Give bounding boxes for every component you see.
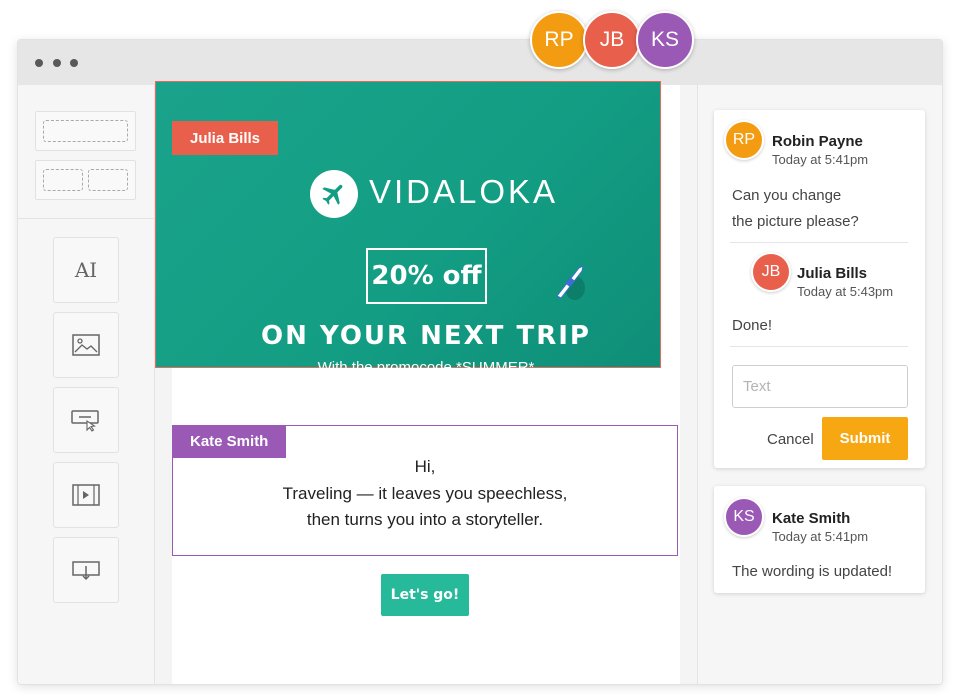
avatar-initials: RP [732,131,756,148]
comment-timestamp: Today at 5:41pm [772,529,869,544]
single-column-layout[interactable] [35,111,136,151]
title-bar [18,40,942,85]
video-icon [72,484,100,506]
comment-text: The wording is updated! [732,563,893,580]
boat-icon [556,265,585,300]
window-dot [35,59,43,67]
image-tool[interactable] [53,312,119,378]
button-tool[interactable] [53,387,119,453]
comment-divider [730,346,908,347]
text-line: Hi, [414,457,436,476]
comment-text: the picture please? [732,213,859,230]
avatar-initials: JB [761,263,781,280]
avatar-initials: KS [650,28,679,51]
avatar[interactable]: KS [636,11,694,69]
comment-author: Julia Bills [797,265,868,282]
text-tool-icon: AI [74,258,98,282]
layout-placeholder [43,120,128,142]
comment-text: Can you change [732,187,842,204]
comment-timestamp: Today at 5:41pm [772,152,869,167]
avatar: KS [724,497,764,537]
layout-placeholder [88,169,128,191]
cta-button[interactable]: Let's go! [381,574,469,616]
comment-input[interactable] [732,365,908,408]
cancel-button[interactable]: Cancel [767,431,814,448]
banner-tool[interactable] [53,537,119,603]
comment-divider [730,242,908,243]
avatar: JB [751,252,791,292]
layout-placeholder [43,169,83,191]
video-tool[interactable] [53,462,119,528]
avatar-initials: JB [599,28,625,51]
submit-button[interactable]: Submit [822,417,908,460]
avatar: RP [724,120,764,160]
avatar[interactable]: JB [583,11,641,69]
comment-text: Done! [732,317,773,334]
banner-headline: ON YOUR NEXT TRIP [261,321,591,351]
banner-icon [72,561,100,581]
text-tool[interactable]: AI [53,237,119,303]
plane-icon [310,170,358,218]
image-icon [72,334,100,356]
brand-logo-text: VIDALOKA [369,173,559,210]
comment-timestamp: Today at 5:43pm [797,284,894,299]
window-dot [53,59,61,67]
discount-badge: 20% off [366,248,487,304]
blocks-panel: AI [18,85,155,684]
avatar-initials: KS [733,508,755,525]
two-column-layout[interactable] [35,160,136,200]
comment-author: Robin Payne [772,133,863,150]
banner-subline: With the promocode *SUMMER* [317,359,535,376]
window-dot [70,59,78,67]
button-icon [71,410,99,432]
editor-tag: Julia Bills [172,121,279,155]
text-line: Traveling — it leaves you speechless, [282,484,568,503]
editor-tag: Kate Smith [172,425,287,458]
panel-divider [18,218,155,219]
avatar[interactable]: RP [530,11,588,69]
avatar-initials: RP [544,28,574,51]
text-line: then turns you into a storyteller. [306,510,544,529]
comment-author: Kate Smith [772,510,851,527]
